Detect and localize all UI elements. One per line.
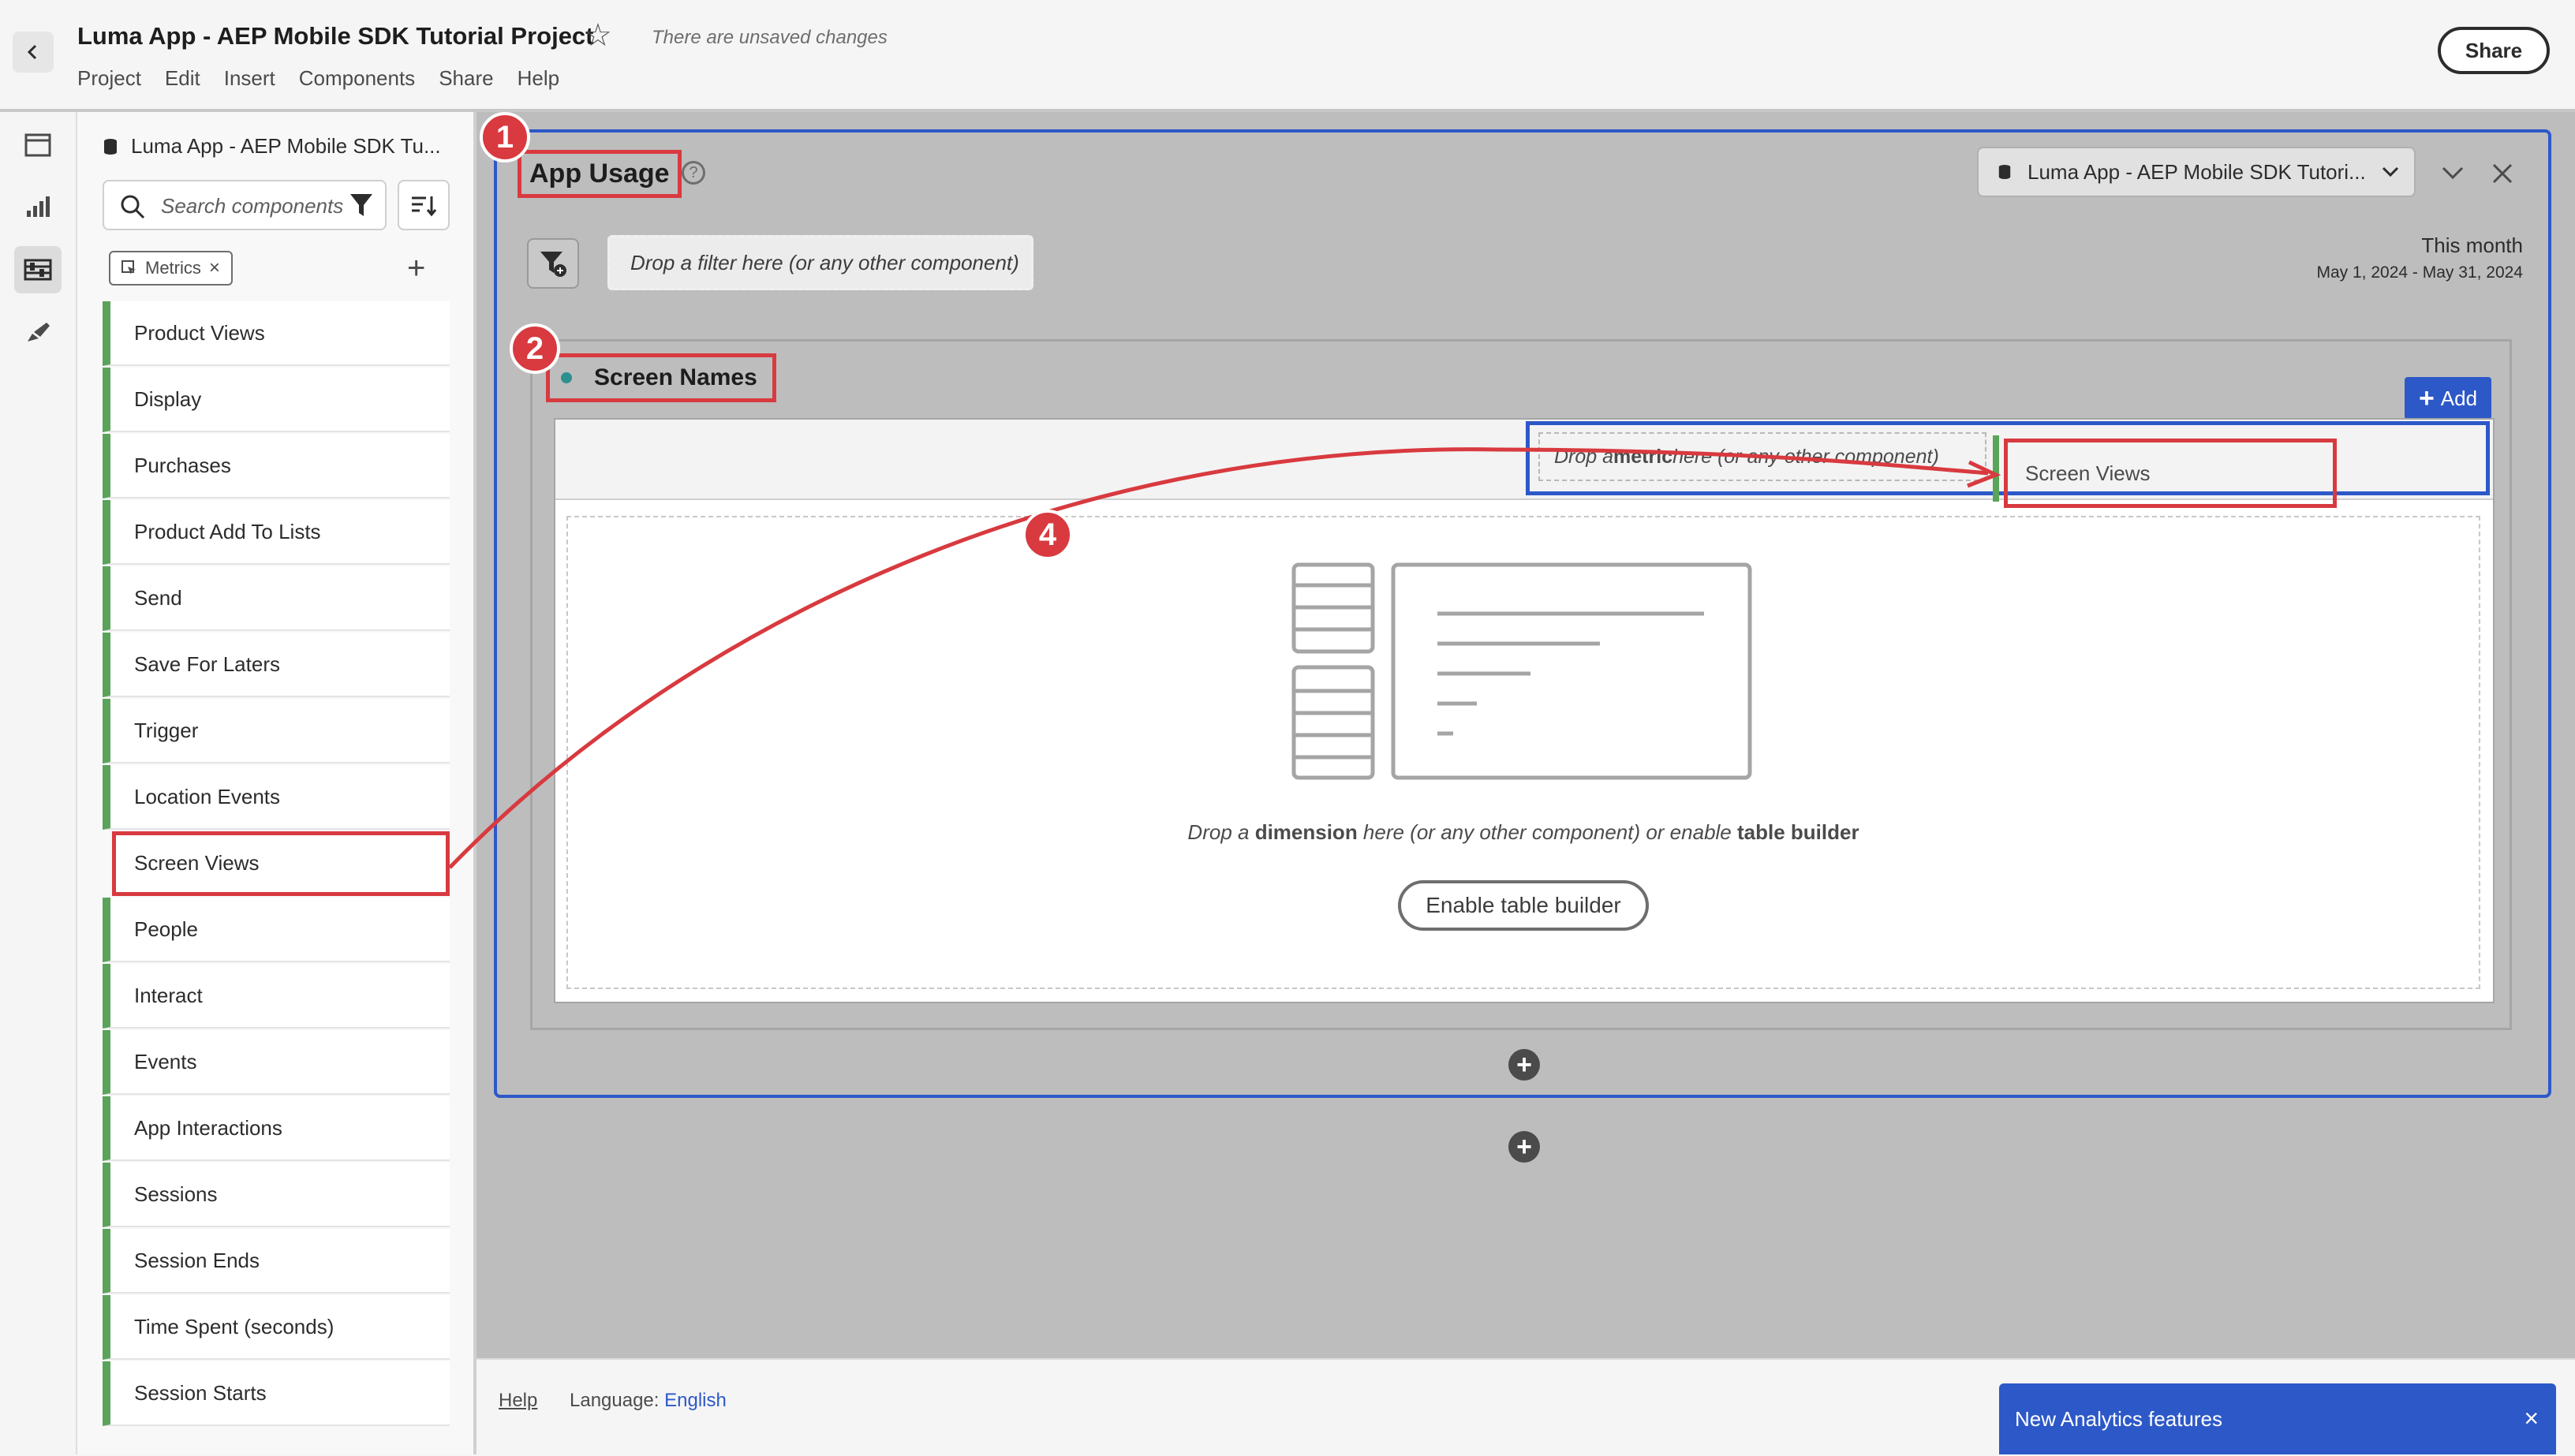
language-link[interactable]: English — [664, 1390, 727, 1411]
footer-language: Language: English — [570, 1390, 727, 1411]
toast-close-icon[interactable]: × — [2524, 1404, 2539, 1433]
step-badge-4: 4 — [1022, 510, 1073, 560]
toast-label: New Analytics features — [2015, 1406, 2223, 1431]
step-badge-1: 1 — [480, 112, 530, 162]
step-badge-2: 2 — [510, 323, 560, 374]
drag-arrow-annotation — [448, 447, 2001, 869]
footer-help-link[interactable]: Help — [499, 1390, 537, 1412]
new-features-toast[interactable]: New Analytics features × — [1999, 1383, 2556, 1454]
